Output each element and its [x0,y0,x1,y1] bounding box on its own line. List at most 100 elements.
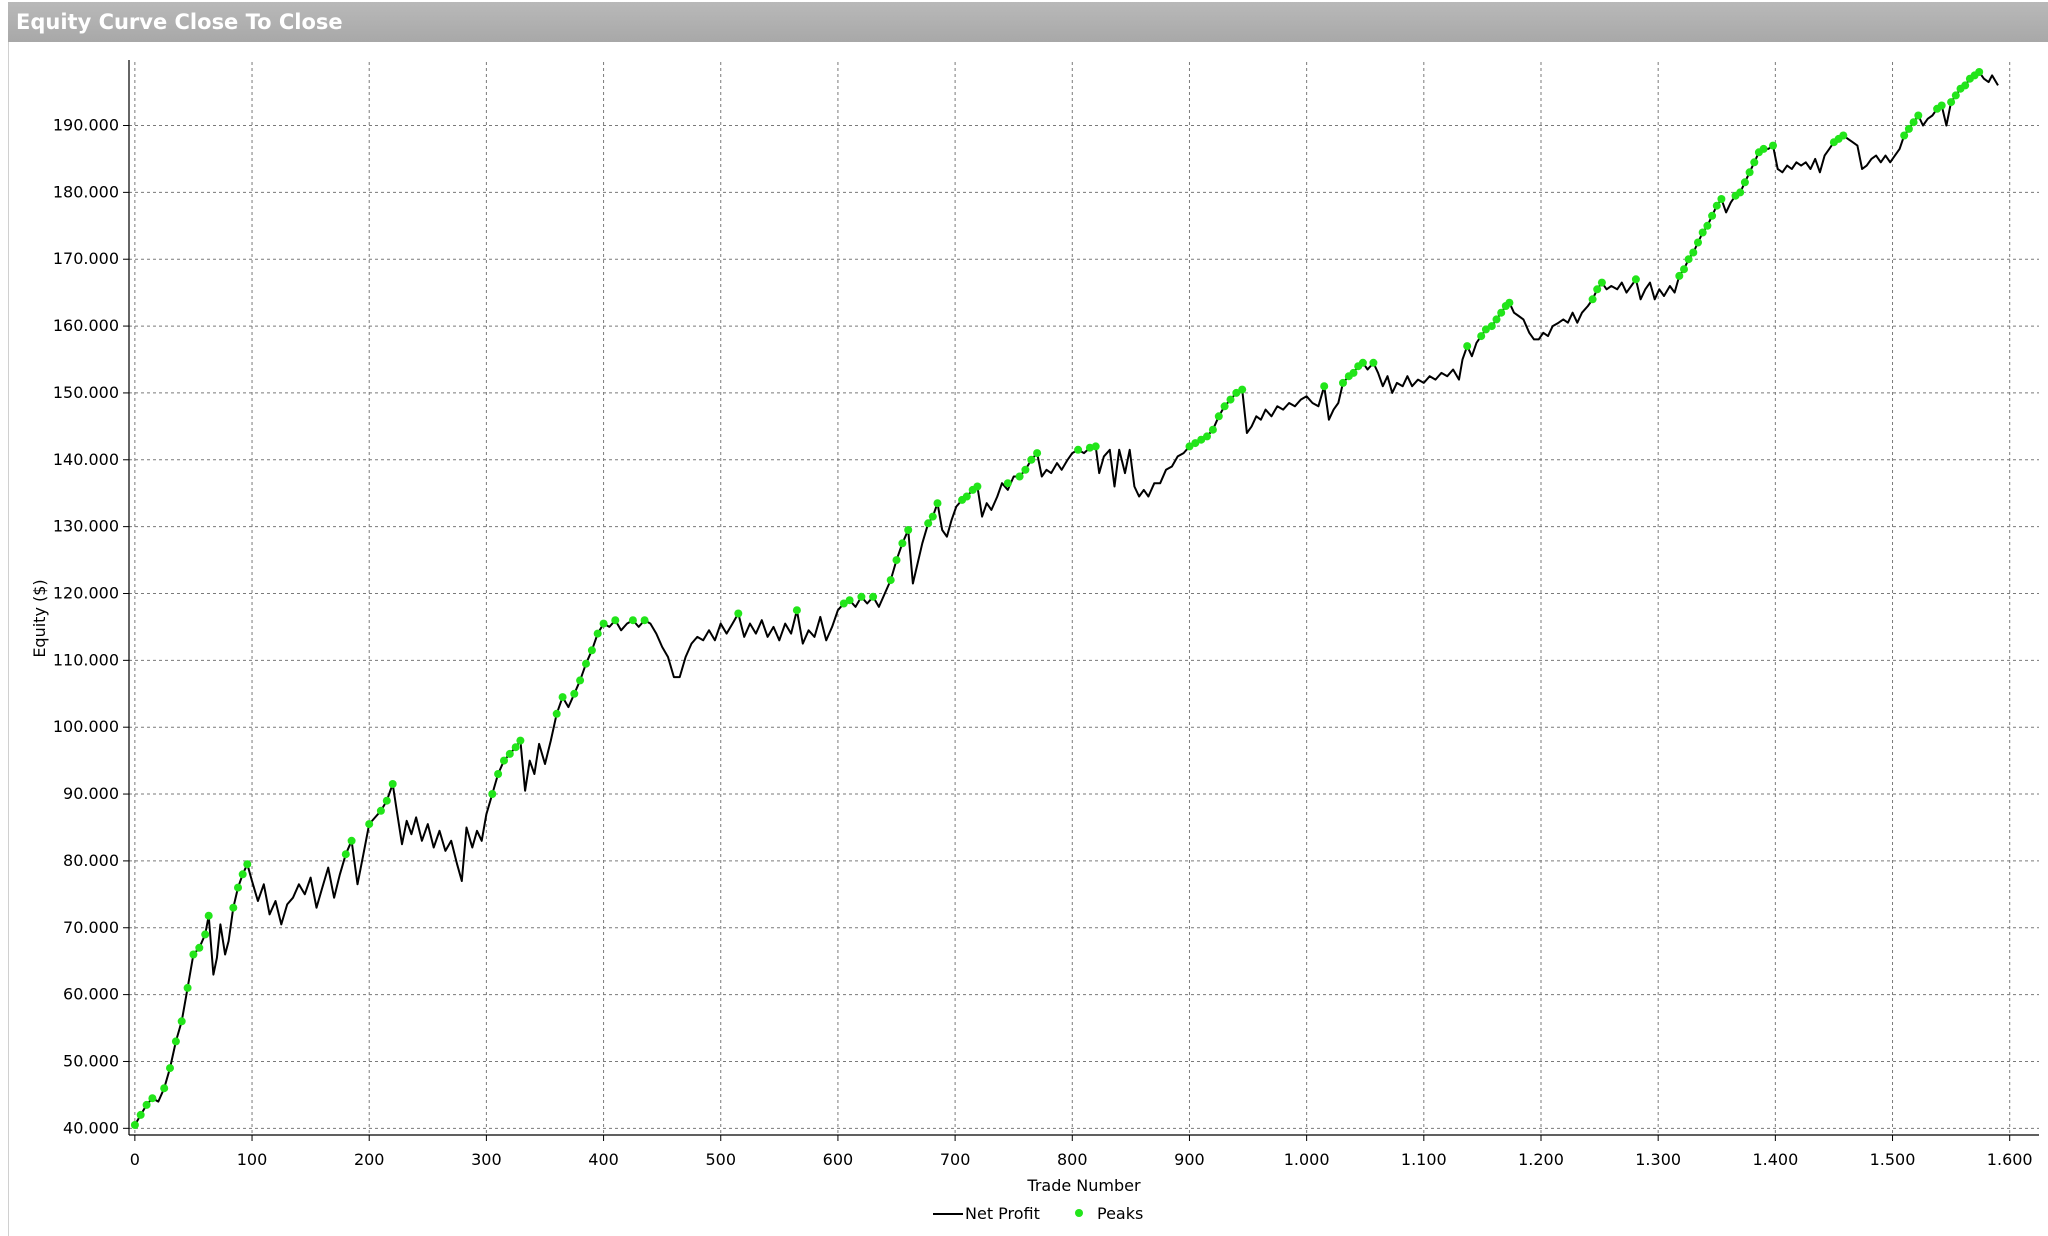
peak-point [552,709,561,718]
peak-point [898,539,907,548]
y-tick-label: 50.000 [63,1051,119,1070]
y-tick-label: 120.000 [53,583,119,602]
peak-point [1736,188,1745,197]
peak-point [382,796,391,805]
peak-point [183,983,192,992]
peak-point [1975,68,1984,76]
peak-point [136,1110,145,1119]
peak-point [1588,295,1597,304]
y-tick-label: 170.000 [53,249,119,268]
peak-point [892,556,901,565]
x-tick-label: 400 [588,1150,619,1169]
y-tick-label: 60.000 [63,985,119,1004]
y-tick-label: 40.000 [63,1118,119,1137]
axes [128,60,2039,1136]
grid-lines [129,62,2039,1135]
peak-point [1703,221,1712,230]
x-tick-label: 200 [354,1150,385,1169]
peak-point [238,870,247,879]
x-tick-label: 900 [1174,1150,1205,1169]
peak-point [576,676,585,685]
y-tick-label: 70.000 [63,918,119,937]
peak-point [1675,271,1684,280]
x-tick-label: 500 [705,1150,736,1169]
peak-point [204,911,213,920]
peak-point [234,883,242,892]
peak-point [734,609,743,618]
y-tick-label: 100.000 [53,717,119,736]
peak-point [845,596,854,605]
peak-point [1961,81,1970,90]
peak-point [1358,358,1367,367]
x-tick-label: 300 [471,1150,502,1169]
legend-net-profit-label: Net Profit [965,1204,1040,1223]
equity-curve-chart: 0 100 200 300 400 500 600 700 800 900 1.000 1.100 1.… [30,60,2039,1223]
peak-point [1477,332,1486,341]
y-tick-label: 180.000 [53,182,119,201]
title-bar: Equity Curve Close To Close [8,2,2048,43]
peak-point [1091,442,1100,451]
y-axis-ticks: 40.000 50.000 60.000 70.000 80.000 90.000 100.… [53,116,129,1137]
peak-point [1712,201,1721,210]
peak-point [516,736,525,745]
peak-point [1684,255,1693,264]
peak-point [1505,298,1514,307]
peak-point [1904,124,1913,133]
peak-point [201,930,210,939]
peak-point [1369,358,1378,367]
peak-point [869,592,878,601]
peak-point [1033,449,1042,458]
peak-point [1909,118,1918,127]
y-tick-label: 110.000 [53,650,119,669]
peak-point [388,780,397,788]
peak-point [494,770,503,778]
peak-point [341,850,350,859]
peak-point [1497,308,1506,317]
legend-peaks-label: Peaks [1097,1204,1143,1223]
peak-point [1839,131,1848,140]
peak-point [640,616,649,625]
y-tick-label: 130.000 [53,517,119,536]
peak-point [1689,248,1698,257]
peak-point [1021,465,1030,474]
peak-point [1238,385,1247,394]
peak-point [1320,382,1329,391]
peak-point [886,576,895,585]
peak-point [928,512,937,521]
peak-point [792,606,801,615]
peak-point [587,646,596,655]
peak-point [1937,101,1946,110]
peak-point [142,1100,151,1109]
peak-point [1900,131,1909,140]
peak-point [1463,342,1472,351]
peak-point [1593,285,1602,294]
peak-point [177,1017,186,1026]
peak-point [1208,425,1217,434]
peak-point [1220,402,1229,411]
peak-point [195,943,204,952]
peak-point [924,519,933,528]
peak-point [1631,275,1640,284]
peak-point [1750,158,1759,167]
peak-point [365,820,374,829]
peak-point [962,492,971,501]
peak-point [904,526,913,534]
peak-point [933,499,942,508]
peak-point [1717,195,1726,203]
x-tick-label: 1.400 [1752,1150,1798,1169]
y-tick-label: 80.000 [63,851,119,870]
peak-point [1487,322,1496,331]
peak-point [347,836,356,845]
peak-point [130,1121,139,1129]
peak-point [511,743,520,752]
peak-point [558,693,567,702]
peak-point [570,689,579,698]
peak-point [505,749,514,758]
x-tick-label: 700 [940,1150,971,1169]
peak-point [376,806,385,815]
peak-point [229,903,238,912]
y-tick-label: 90.000 [63,784,119,803]
peak-point [1214,412,1223,421]
peak-point [189,950,198,959]
peak-point [488,790,497,798]
